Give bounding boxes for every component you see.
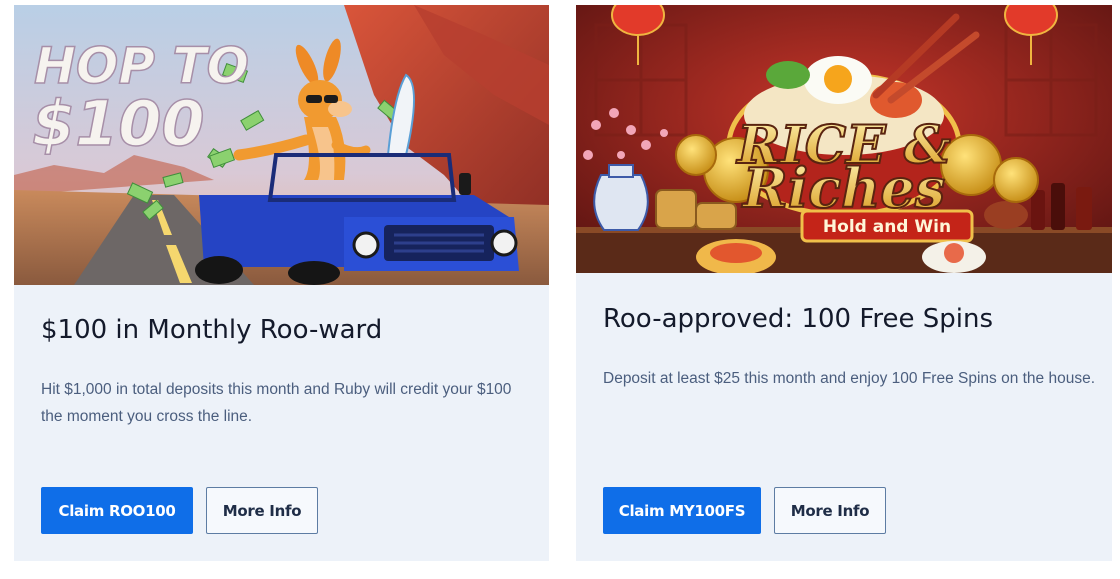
promo-description: Deposit at least $25 this month and enjo…	[603, 370, 1096, 387]
promo-card-monthly-rooward: HOP TO $100 $100 in Monthly Roo-ward Hit…	[14, 5, 549, 561]
banner-headline-line2: $100	[32, 87, 205, 160]
promo-actions: Claim MY100FS More Info	[603, 487, 886, 534]
claim-my100fs-button[interactable]: Claim MY100FS	[603, 487, 761, 534]
promo-title: $100 in Monthly Roo-ward	[41, 315, 383, 345]
promo-banner-rice-and-riches: RICE & Riches Hold and Win	[576, 5, 1112, 273]
promo-card-free-spins: RICE & Riches Hold and Win Roo-approved:…	[576, 5, 1112, 561]
more-info-button[interactable]: More Info	[206, 487, 318, 534]
promo-description: Hit $1,000 in total deposits this month …	[41, 381, 512, 425]
promo-title: Roo-approved: 100 Free Spins	[603, 304, 994, 334]
promo-banner-hop-to-100: HOP TO $100	[14, 5, 549, 285]
more-info-button[interactable]: More Info	[774, 487, 886, 534]
claim-roo100-button[interactable]: Claim ROO100	[41, 487, 193, 534]
promo-actions: Claim ROO100 More Info	[41, 487, 318, 534]
banner-hold-and-win: Hold and Win	[823, 217, 951, 237]
